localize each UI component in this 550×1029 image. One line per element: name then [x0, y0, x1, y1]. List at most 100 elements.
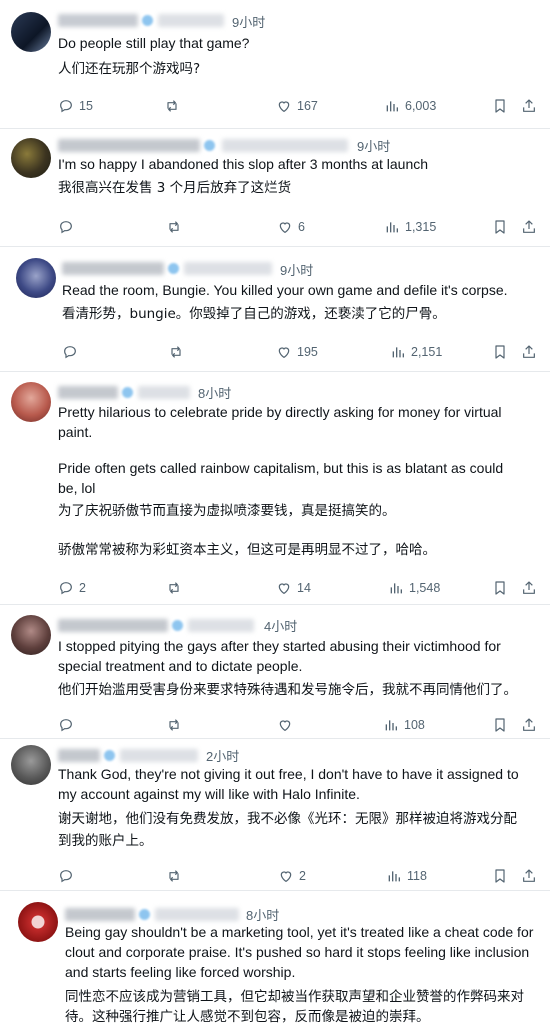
tweet-text-en: my account against my will like with Hal… [58, 786, 360, 802]
username-redacted [58, 139, 200, 152]
tweet[interactable]: 8小时 Pretty hilarious to celebrate pride … [0, 372, 550, 604]
like-button[interactable]: 2 [278, 866, 306, 886]
bookmark-button[interactable] [492, 578, 508, 598]
handle-redacted [155, 908, 239, 921]
tweet-text-en: special treatment and to dictate people. [58, 658, 303, 674]
handle-redacted [158, 14, 224, 27]
share-button[interactable] [521, 715, 537, 735]
repost-button[interactable] [164, 96, 185, 116]
bookmark-button[interactable] [492, 342, 508, 362]
tweet-text-en: I stopped pitying the gays after they st… [58, 638, 501, 654]
handle-redacted [222, 139, 348, 152]
verified-badge-icon [172, 620, 183, 631]
avatar[interactable] [11, 138, 51, 178]
action-bar: 15 167 6,003 [0, 96, 550, 116]
like-button[interactable]: 6 [277, 217, 305, 237]
avatar[interactable] [16, 258, 56, 298]
timestamp[interactable]: 2小时 [206, 746, 239, 765]
bookmark-button[interactable] [492, 217, 508, 237]
tweet[interactable]: 9小时 Do people still play that game? 人们还在… [0, 0, 550, 128]
reply-button[interactable] [62, 342, 83, 362]
repost-button[interactable] [166, 578, 187, 598]
username-redacted [58, 386, 118, 399]
views-icon [385, 720, 397, 731]
tweet[interactable]: 8小时 Being gay shouldn't be a marketing t… [0, 891, 550, 1029]
reply-icon [60, 582, 72, 595]
repost-button[interactable] [168, 342, 189, 362]
like-count: 167 [297, 99, 318, 113]
avatar[interactable] [11, 382, 51, 422]
views-button[interactable]: 1,548 [388, 578, 440, 598]
share-icon [523, 220, 535, 233]
reply-button[interactable] [58, 866, 79, 886]
tweet-text-zh: 我很高兴在发售 3 个月后放弃了这烂货 [58, 180, 292, 196]
tweet[interactable]: 4小时 I stopped pitying the gays after the… [0, 605, 550, 738]
reply-button[interactable] [58, 217, 79, 237]
share-button[interactable] [521, 578, 537, 598]
tweet-text-en: I'm so happy I abandoned this slop after… [58, 156, 429, 172]
timestamp[interactable]: 9小时 [232, 12, 265, 31]
verified-badge-icon [139, 909, 150, 920]
tweet-text-zh: 谢天谢地，他们没有免费发放，我不必像《光环：无限》那样被迫将游戏分配 [58, 811, 517, 827]
verified-badge-icon [168, 263, 179, 274]
views-icon [392, 347, 404, 358]
bookmark-button[interactable] [492, 715, 508, 735]
reply-button[interactable]: 2 [58, 578, 86, 598]
bookmark-icon [495, 581, 505, 595]
tweet-text-zh: 待。这种强行推广让人感觉不到包容，反而像是被迫的崇拜。 [65, 1009, 430, 1025]
action-bar: 6 1,315 [0, 217, 550, 237]
like-button[interactable] [277, 715, 298, 735]
timestamp[interactable]: 9小时 [280, 260, 313, 279]
reply-button[interactable]: 15 [58, 96, 93, 116]
repost-icon [169, 582, 179, 594]
avatar[interactable] [11, 745, 51, 785]
tweet[interactable]: 9小时 Read the room, Bungie. You killed yo… [0, 247, 550, 371]
timestamp[interactable]: 9小时 [357, 136, 390, 155]
tweet-text-en: Do people still play that game? [58, 35, 250, 51]
tweet[interactable]: 9小时 I'm so happy I abandoned this slop a… [0, 129, 550, 246]
share-button[interactable] [521, 96, 537, 116]
tweet-text-zh: 人们还在玩那个游戏吗? [58, 61, 201, 77]
repost-button[interactable] [166, 866, 187, 886]
avatar[interactable] [11, 615, 51, 655]
share-button[interactable] [521, 342, 537, 362]
repost-button[interactable] [166, 715, 187, 735]
tweet[interactable]: 2小时 Thank God, they're not giving it out… [0, 739, 550, 890]
timestamp[interactable]: 8小时 [198, 383, 231, 402]
views-button[interactable]: 108 [383, 715, 425, 735]
avatar[interactable] [11, 12, 51, 52]
like-count: 2 [299, 869, 306, 883]
bookmark-button[interactable] [492, 96, 508, 116]
bookmark-button[interactable] [492, 866, 508, 886]
like-button[interactable]: 195 [276, 342, 318, 362]
views-icon [390, 583, 402, 594]
tweet-text-zh: 他们开始滥用受害身份来要求特殊待遇和发号施令后，我就不再同情他们了。 [58, 682, 517, 698]
share-icon [523, 581, 535, 594]
reply-icon [60, 870, 72, 883]
tweet-text-en: Thank God, they're not giving it out fre… [58, 766, 519, 782]
share-button[interactable] [521, 217, 537, 237]
views-button[interactable]: 1,315 [384, 217, 436, 237]
views-button[interactable]: 2,151 [390, 342, 442, 362]
like-icon [278, 583, 290, 595]
share-button[interactable] [521, 866, 537, 886]
username-redacted [58, 619, 168, 632]
verified-badge-icon [204, 140, 215, 151]
views-count: 108 [404, 718, 425, 732]
bookmark-icon [495, 869, 505, 883]
like-icon [279, 222, 291, 234]
repost-icon [169, 719, 179, 731]
views-button[interactable]: 118 [386, 866, 427, 886]
like-count: 195 [297, 345, 318, 359]
views-button[interactable]: 6,003 [384, 96, 436, 116]
like-icon [278, 347, 290, 359]
like-button[interactable]: 14 [276, 578, 311, 598]
like-button[interactable]: 167 [276, 96, 318, 116]
reply-icon [60, 100, 72, 113]
repost-button[interactable] [166, 217, 187, 237]
tweet-text-en: clout and corporate praise. It's pushed … [65, 944, 530, 960]
reply-button[interactable] [58, 715, 79, 735]
timestamp[interactable]: 4小时 [264, 616, 297, 635]
username-redacted [65, 908, 135, 921]
avatar[interactable] [18, 902, 58, 942]
